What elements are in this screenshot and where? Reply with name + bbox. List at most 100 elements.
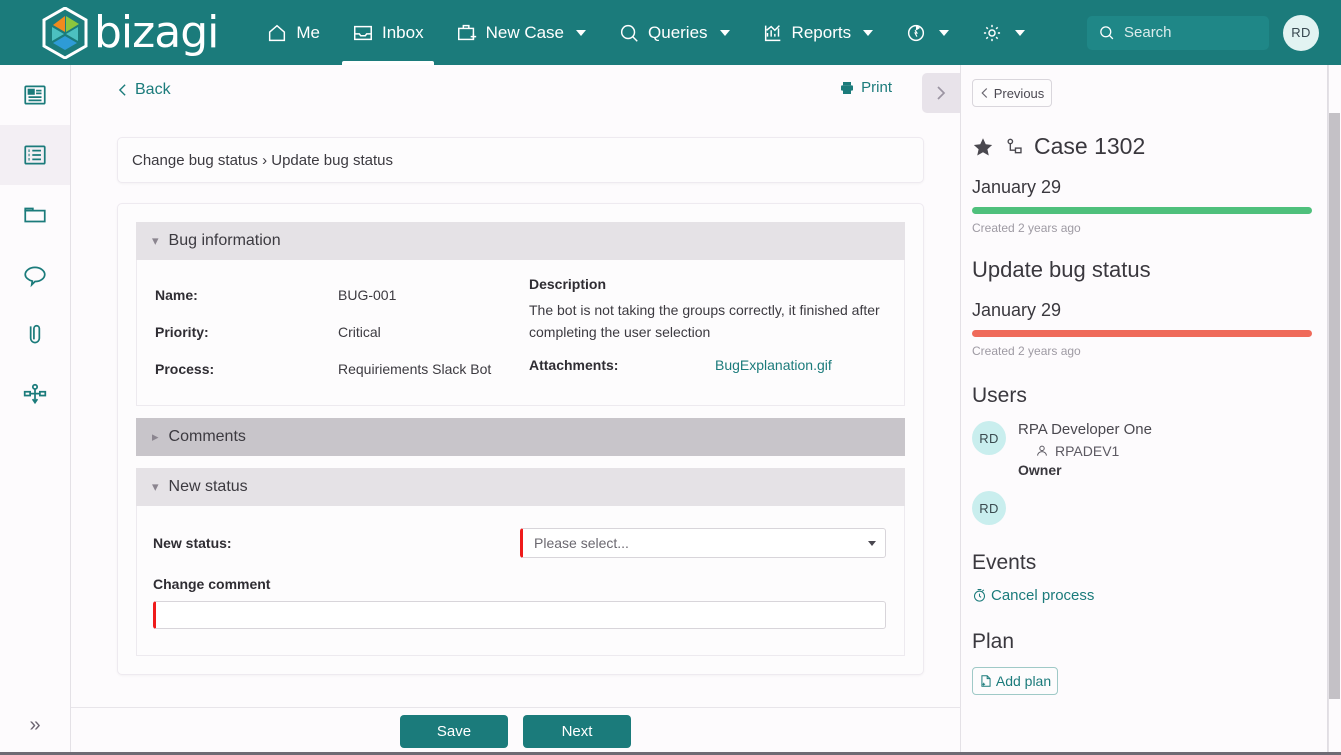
add-plan-button[interactable]: Add plan <box>972 667 1058 695</box>
user-name: RPA Developer One <box>1018 421 1152 438</box>
nav-item-settings[interactable] <box>965 0 1041 65</box>
section-header-new-status[interactable]: ▾ New status <box>136 468 905 506</box>
chevron-down-icon <box>719 29 730 36</box>
rail-item-comments[interactable] <box>0 245 70 305</box>
new-status-label: New status: <box>153 535 232 551</box>
list-icon <box>24 145 46 165</box>
new-status-row: New status: Please select... <box>153 528 886 558</box>
stage-2: Update bug status January 29 Created 2 y… <box>972 257 1312 358</box>
save-button[interactable]: Save <box>400 715 508 748</box>
section-header-comments[interactable]: ▸ Comments <box>136 418 905 456</box>
new-status-selected-value: Please select... <box>534 535 629 551</box>
rail-expand-button[interactable]: » <box>0 703 70 747</box>
previous-label: Previous <box>993 85 1045 101</box>
nav-item-reports[interactable]: Reports <box>746 0 890 65</box>
user-row-1: RD RPA Developer One RPADEV1 Owner <box>972 421 1309 478</box>
nav-item-queries[interactable]: Queries <box>602 0 746 65</box>
chevron-down-icon: ▾ <box>152 479 159 494</box>
form-footer: Save Next <box>71 707 961 755</box>
field-value-name: BUG-001 <box>338 286 397 303</box>
nav-item-inbox[interactable]: Inbox <box>336 0 440 65</box>
chevron-right-icon: ▸ <box>152 429 159 444</box>
search-box[interactable] <box>1087 15 1269 50</box>
back-button[interactable]: Back <box>117 81 171 99</box>
back-label: Back <box>135 81 171 98</box>
users-title: Users <box>972 384 1027 407</box>
nav-label-me: Me <box>296 22 320 42</box>
user-info: RPA Developer One RPADEV1 Owner <box>1018 421 1152 478</box>
add-plan-label: Add plan <box>995 673 1052 689</box>
new-status-select[interactable]: Please select... <box>520 528 886 558</box>
process-diagram-icon <box>23 383 47 405</box>
nav-item-me[interactable]: Me <box>250 0 336 65</box>
field-process: Process: Requiriements Slack Bot <box>155 350 527 387</box>
avatar: RD <box>972 421 1006 455</box>
attachments-row: Attachments: BugExplanation.gif <box>529 357 886 373</box>
chevron-down-icon <box>576 29 587 36</box>
field-value-process: Requiriements Slack Bot <box>338 360 492 377</box>
events-title: Events <box>972 551 1037 574</box>
nav-item-new-case[interactable]: New Case <box>440 0 602 65</box>
top-header: bizagi Me Inbox New Case Queries Reports… <box>0 0 1341 65</box>
page-scrollbar-thumb[interactable] <box>1329 113 1340 699</box>
briefcase-plus-icon <box>457 24 476 40</box>
attachments-label: Attachments: <box>529 357 619 374</box>
event-label: Cancel process <box>991 587 1095 604</box>
next-button[interactable]: Next <box>523 715 631 748</box>
search-input[interactable] <box>1124 24 1254 41</box>
bug-description-block: Description The bot is not taking the gr… <box>527 276 886 387</box>
nav-item-refresh[interactable] <box>889 0 965 65</box>
brand-logo[interactable]: bizagi <box>42 0 219 65</box>
attachment-link[interactable]: BugExplanation.gif <box>715 357 832 373</box>
print-button[interactable]: Print <box>839 79 892 96</box>
file-plus-icon <box>981 675 991 687</box>
breadcrumb: Change bug status › Update bug status <box>117 137 924 183</box>
refresh-icon <box>908 24 925 41</box>
nav-label-new-case: New Case <box>485 22 565 42</box>
user-username: RPADEV1 <box>1055 443 1120 459</box>
section-body-new-status: New status: Please select... Change comm… <box>136 506 905 656</box>
chevron-down-icon <box>863 29 874 36</box>
main-nav: Me Inbox New Case Queries Reports <box>250 0 1041 65</box>
field-label-name: Name: <box>155 286 198 303</box>
panel-collapse-toggle[interactable] <box>922 73 960 113</box>
star-filled-icon[interactable] <box>972 136 994 158</box>
chevron-down-icon <box>939 29 950 36</box>
print-label: Print <box>861 79 892 96</box>
user-avatar[interactable]: RD <box>1283 14 1319 51</box>
event-cancel-process[interactable]: Cancel process <box>972 587 1309 604</box>
process-node-icon <box>1007 138 1022 153</box>
inbox-icon <box>354 25 372 40</box>
field-name: Name: BUG-001 <box>155 276 527 313</box>
stage-1-progress-bar <box>972 207 1312 214</box>
paperclip-icon <box>29 324 41 344</box>
chevron-down-icon: ▾ <box>152 233 159 248</box>
case-title: Case 1302 <box>1034 133 1146 159</box>
timer-icon <box>973 589 986 602</box>
user-role: Owner <box>1018 462 1062 478</box>
case-detail-panel: Previous Case 1302 January 29 Created 2 … <box>961 65 1328 755</box>
rail-item-process-diagram[interactable] <box>0 365 70 425</box>
gear-icon <box>984 24 1001 41</box>
change-comment-input[interactable] <box>153 601 886 629</box>
rail-item-attachments[interactable] <box>0 305 70 365</box>
chart-icon <box>764 24 780 41</box>
rail-item-summary[interactable] <box>0 65 70 125</box>
main-content: Back Print Change bug status › Update bu… <box>71 65 961 707</box>
field-priority: Priority: Critical <box>155 313 527 350</box>
left-icon-rail: » <box>0 65 71 755</box>
rail-item-documents[interactable] <box>0 185 70 245</box>
previous-button[interactable]: Previous <box>972 79 1052 107</box>
description-title: Description <box>529 276 607 292</box>
change-comment-label: Change comment <box>153 576 271 592</box>
folder-icon <box>24 207 46 223</box>
description-text: The bot is not taking the groups correct… <box>529 302 880 340</box>
rail-item-activities[interactable] <box>0 125 70 185</box>
nav-label-queries: Queries <box>648 22 708 42</box>
chevron-down-icon <box>868 540 876 546</box>
search-icon <box>620 24 638 42</box>
section-header-bug-information[interactable]: ▾ Bug information <box>136 222 905 260</box>
stage-1-date: January 29 <box>972 177 1062 197</box>
brand-name: bizagi <box>94 6 219 58</box>
chevron-right-icon <box>937 86 946 100</box>
